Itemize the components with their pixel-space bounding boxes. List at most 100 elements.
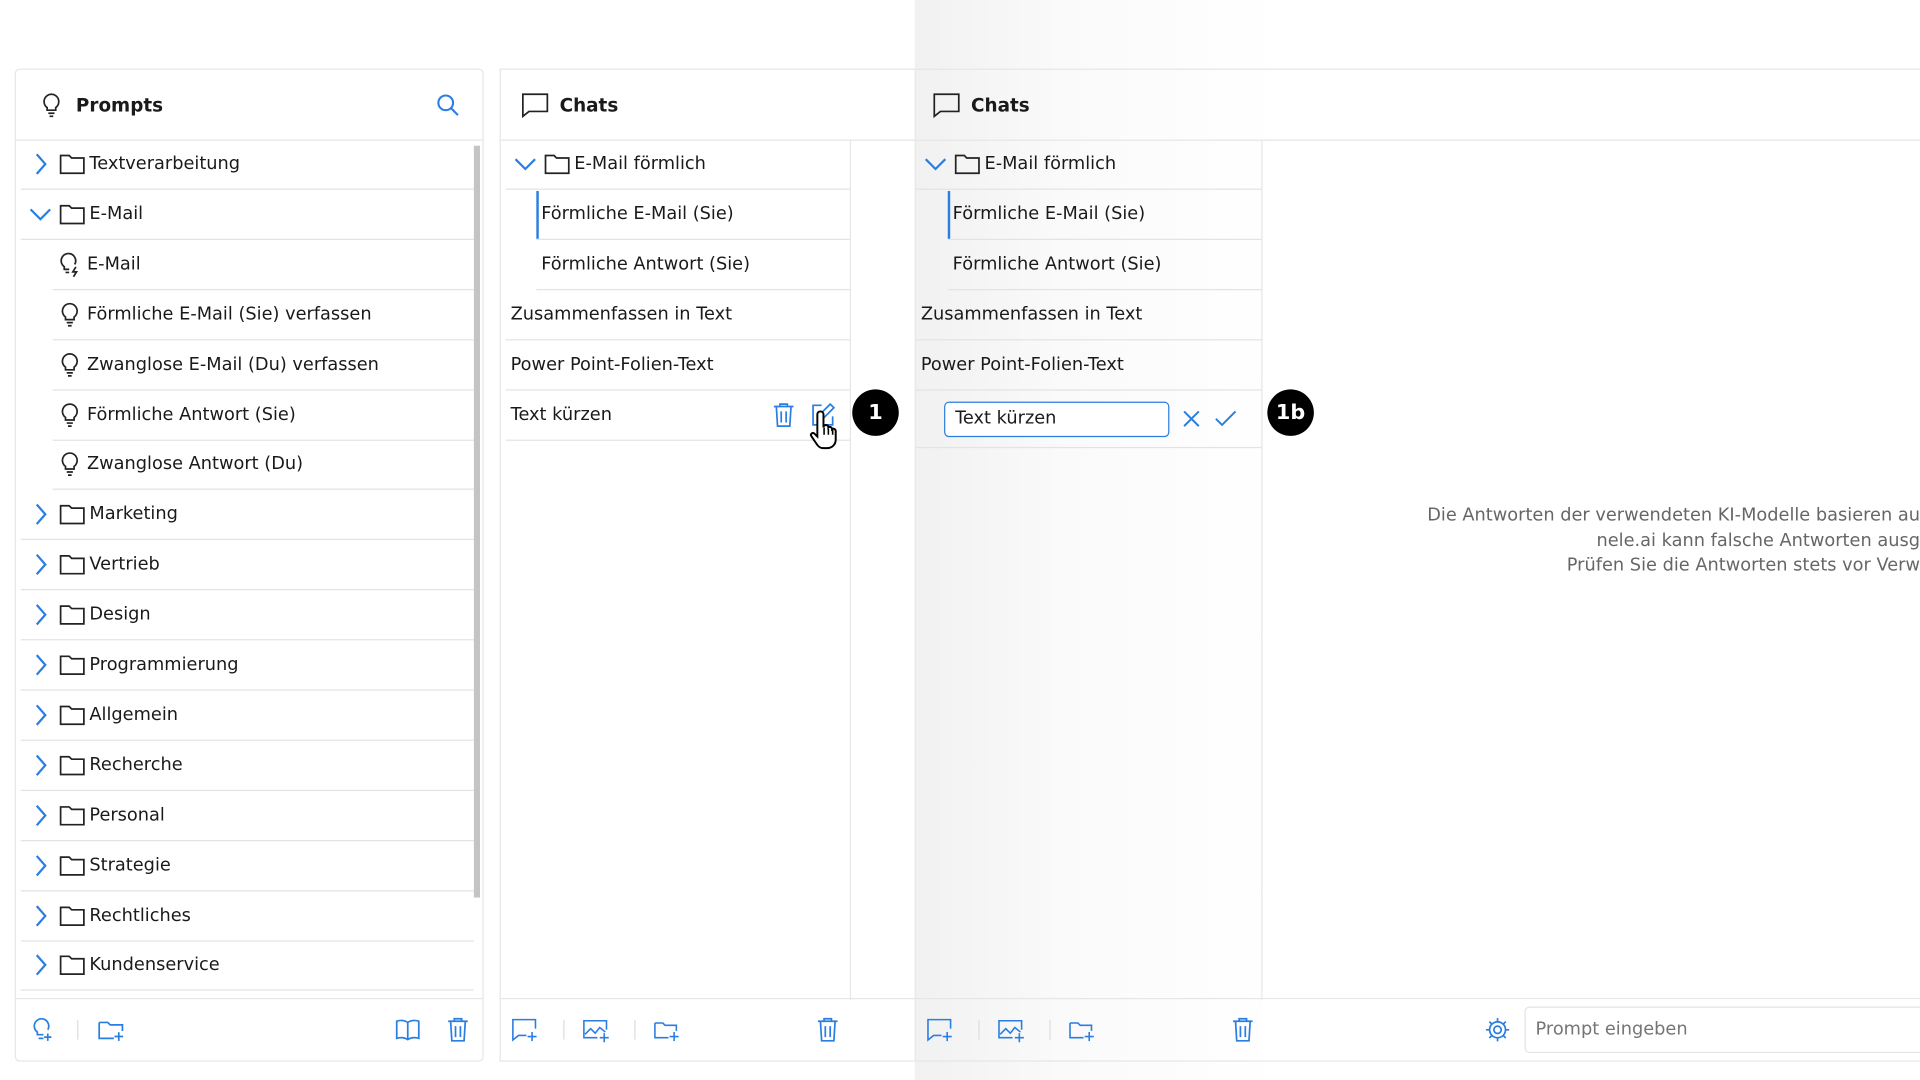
new-folder-icon[interactable]	[653, 1015, 682, 1044]
chat-bubble-icon	[520, 90, 549, 119]
chat-item[interactable]: Text kürzen	[505, 390, 850, 449]
chat-rename-input[interactable]	[944, 401, 1170, 437]
item-label: Allgemein	[89, 705, 179, 725]
chat-item[interactable]: Power Point-Folien-Text	[505, 340, 850, 391]
folder-row[interactable]: Recherche	[20, 741, 474, 791]
trash-icon[interactable]	[443, 1015, 472, 1044]
search-icon[interactable]	[433, 90, 462, 119]
chat-item[interactable]: Förmliche Antwort (Sie)	[947, 240, 1262, 290]
row-content: Förmliche Antwort (Sie)	[953, 254, 1162, 274]
item-label: E-Mail förmlich	[574, 154, 706, 174]
chevron-down-icon[interactable]	[921, 149, 950, 178]
chat-item[interactable]: Förmliche E-Mail (Sie)	[536, 190, 850, 240]
row-content: Förmliche E-Mail (Sie)	[953, 204, 1145, 224]
row-content: Strategie	[26, 851, 171, 880]
cancel-icon[interactable]	[1177, 404, 1206, 433]
folder-icon	[953, 149, 982, 178]
folder-row[interactable]: E-Mail	[20, 190, 474, 240]
chat-item[interactable]: Förmliche Antwort (Sie)	[536, 240, 850, 290]
delete-chat-icon[interactable]	[769, 400, 798, 429]
prompt-item[interactable]: Zwanglose E-Mail (Du) verfassen	[52, 340, 474, 391]
chevron-right-icon[interactable]	[26, 851, 55, 880]
trash-icon[interactable]	[813, 1015, 842, 1044]
folder-row[interactable]: Rechtliches	[20, 891, 474, 942]
prompt-item[interactable]: Förmliche Antwort (Sie)	[52, 390, 474, 441]
chat-item[interactable]: Zusammenfassen in Text	[505, 290, 850, 341]
chevron-down-icon[interactable]	[511, 149, 540, 178]
divider	[634, 1020, 636, 1040]
chevron-right-icon[interactable]	[26, 550, 55, 579]
row-content: Zwanglose Antwort (Du)	[55, 450, 303, 479]
item-label: Power Point-Folien-Text	[510, 354, 714, 375]
row-content: Förmliche E-Mail (Sie)	[541, 204, 733, 224]
chevron-right-icon[interactable]	[26, 800, 55, 829]
folder-icon	[58, 199, 87, 228]
row-content: Rechtliches	[26, 901, 191, 930]
item-label: Kundenservice	[89, 955, 220, 976]
settings-gear-icon[interactable]	[1483, 1015, 1512, 1044]
new-chat-icon[interactable]	[511, 1015, 540, 1044]
add-image-icon[interactable]	[997, 1015, 1026, 1044]
chevron-right-icon[interactable]	[26, 149, 55, 178]
book-icon[interactable]	[393, 1015, 422, 1044]
scrollbar-thumb[interactable]	[473, 145, 481, 898]
chevron-right-icon[interactable]	[26, 951, 55, 980]
prompt-item[interactable]: E-Mail	[52, 240, 474, 290]
item-label: Zwanglose Antwort (Du)	[86, 454, 304, 475]
new-prompt-icon[interactable]	[28, 1015, 57, 1044]
item-label: Textverarbeitung	[89, 154, 241, 174]
chevron-right-icon[interactable]	[26, 700, 55, 729]
folder-icon	[58, 550, 87, 579]
trash-icon[interactable]	[1228, 1015, 1257, 1044]
app: Prompts Textverarbeitung E-Mail E-Mail Förm…	[0, 0, 1920, 1080]
scrollbar[interactable]	[473, 143, 481, 1000]
chat-item[interactable]: Power Point-Folien-Text	[915, 340, 1262, 391]
chevron-right-icon[interactable]	[26, 600, 55, 629]
chevron-right-icon[interactable]	[26, 750, 55, 779]
item-label: Förmliche Antwort (Sie)	[86, 404, 296, 425]
prompts-footer	[15, 997, 483, 1060]
folder-row[interactable]: E-Mail förmlich	[505, 140, 850, 190]
chevron-down-icon[interactable]	[26, 199, 55, 228]
folder-row[interactable]: E-Mail förmlich	[915, 140, 1262, 190]
folder-row[interactable]: Design	[20, 590, 474, 641]
folder-icon	[58, 500, 87, 529]
folder-icon	[58, 700, 87, 729]
folder-row[interactable]: Kundenservice	[20, 941, 474, 992]
folder-icon	[542, 149, 571, 178]
folder-row[interactable]: Vertrieb	[20, 540, 474, 591]
row-content: Recherche	[26, 750, 183, 779]
chevron-right-icon[interactable]	[26, 500, 55, 529]
chats-panel-1: Chats E-Mail förmlich Förmliche E-Mail (S…	[499, 68, 916, 1062]
new-chat-icon[interactable]	[926, 1015, 955, 1044]
chevron-right-icon[interactable]	[26, 650, 55, 679]
item-label: Förmliche E-Mail (Sie)	[541, 204, 734, 224]
chevron-right-icon[interactable]	[26, 901, 55, 930]
confirm-check-icon[interactable]	[1211, 404, 1240, 433]
hand-cursor-icon	[809, 407, 846, 456]
item-label: Strategie	[89, 855, 171, 876]
prompt-item[interactable]: Förmliche E-Mail (Sie) verfassen	[52, 290, 474, 341]
lightbulb-icon	[55, 400, 84, 429]
folder-row[interactable]: Textverarbeitung	[20, 140, 474, 190]
folder-row[interactable]: Programmierung	[20, 640, 474, 691]
folder-row[interactable]: Personal	[20, 791, 474, 841]
folder-row[interactable]: Marketing	[20, 490, 474, 541]
new-folder-icon[interactable]	[1068, 1015, 1097, 1044]
folder-icon	[58, 800, 87, 829]
folder-row[interactable]: Allgemein	[20, 690, 474, 741]
prompt-input[interactable]	[1524, 1006, 1920, 1054]
folder-row[interactable]: Strategie	[20, 841, 474, 891]
add-image-icon[interactable]	[582, 1015, 611, 1044]
new-folder-icon[interactable]	[97, 1015, 126, 1044]
prompt-item[interactable]: Zwanglose Antwort (Du)	[52, 440, 474, 491]
chats-title: Chats	[971, 93, 1030, 116]
step-badge-1b: 1b	[1267, 389, 1314, 436]
chat-item[interactable]: Förmliche E-Mail (Sie)	[947, 190, 1262, 240]
row-content: Text kürzen	[511, 405, 612, 425]
folder-icon	[58, 901, 87, 930]
chat-item[interactable]: Zusammenfassen in Text	[915, 290, 1262, 341]
prompt-bar	[1262, 999, 1920, 1061]
chat-bubble-icon	[932, 90, 961, 119]
disclaimer-line: nele.ai kann falsche Antworten ausg	[1596, 530, 1920, 551]
